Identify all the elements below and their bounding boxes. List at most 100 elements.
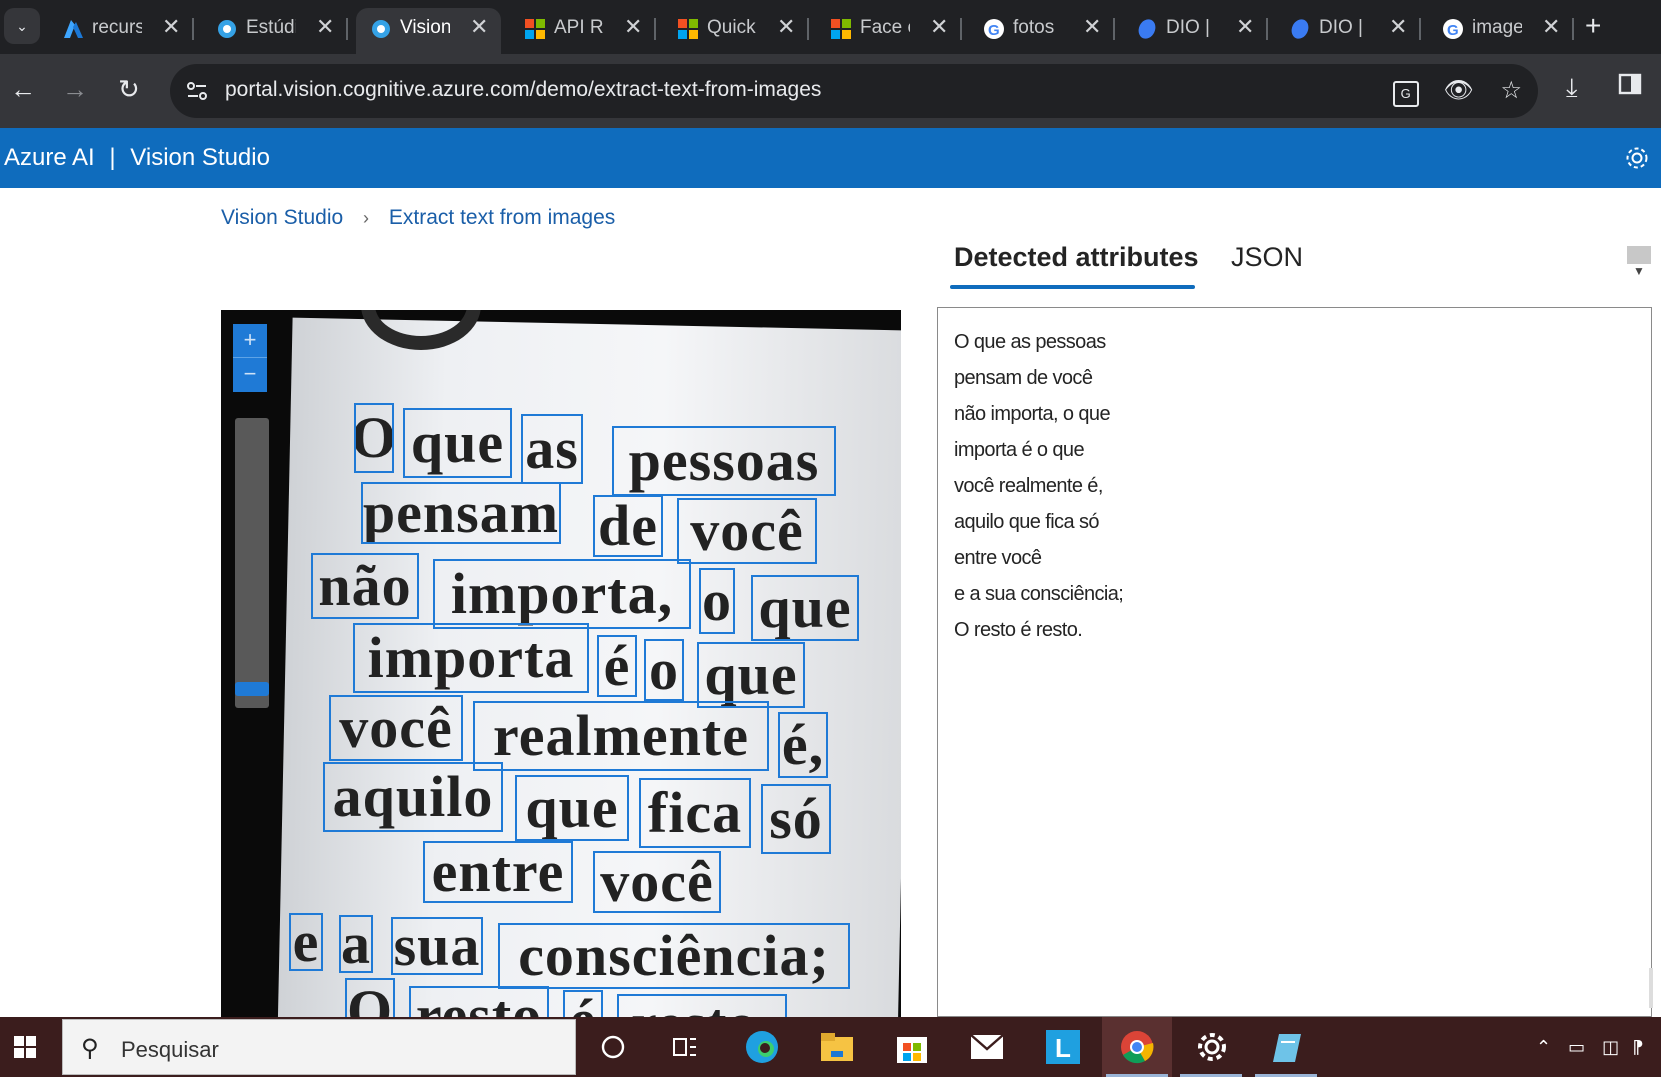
ocr-word-box[interactable]: importa xyxy=(353,623,589,693)
download-icon[interactable]: ⤓ xyxy=(1566,72,1578,104)
ocr-word-box[interactable]: a xyxy=(339,915,373,973)
mail-icon[interactable] xyxy=(967,1027,1007,1067)
new-tab-plus-icon[interactable]: + xyxy=(1585,10,1601,42)
ocr-word-box[interactable]: que xyxy=(515,775,629,841)
reload-icon[interactable]: ↻ xyxy=(118,76,140,102)
svg-text:G: G xyxy=(1447,22,1459,39)
detected-line: importa é o que xyxy=(954,439,1085,461)
ocr-word-box[interactable]: pensam xyxy=(361,482,561,544)
close-tab-icon[interactable]: ✕ xyxy=(930,14,948,40)
tab-recursos[interactable]: recurs ✕ xyxy=(48,8,194,48)
app-title[interactable]: Azure AI | Vision Studio xyxy=(4,144,270,172)
breadcrumb-extract-text[interactable]: Extract text from images xyxy=(389,206,615,230)
ocr-word-box[interactable]: é xyxy=(597,635,637,697)
microsoft-icon xyxy=(831,19,851,39)
ocr-word-box[interactable]: sua xyxy=(391,917,483,975)
microsoft-store-icon[interactable] xyxy=(892,1027,932,1067)
network-icon[interactable]: ◫ xyxy=(1602,1037,1619,1057)
side-panel-icon[interactable] xyxy=(1618,72,1642,101)
address-bar[interactable]: portal.vision.cognitive.azure.com/demo/e… xyxy=(170,64,1538,118)
browser-tab-strip: ⌄ recurs ✕ Estúdi ✕ Vision ✕ API Re ✕ Qu… xyxy=(0,0,1661,54)
close-tab-icon[interactable]: ✕ xyxy=(1389,14,1407,40)
ocr-word-box[interactable]: aquilo xyxy=(323,762,503,832)
settings-gear-icon[interactable] xyxy=(1192,1027,1232,1067)
ocr-word-box[interactable]: o xyxy=(699,568,735,634)
close-tab-icon[interactable]: ✕ xyxy=(624,14,642,40)
tab-api-reference[interactable]: API Re ✕ xyxy=(510,8,656,48)
tab-vision-active[interactable]: Vision ✕ xyxy=(356,8,501,54)
tab-quickstart[interactable]: Quick ✕ xyxy=(663,8,809,48)
panel-resize-handle[interactable] xyxy=(1649,968,1653,1008)
ocr-word-box[interactable]: é xyxy=(563,990,603,1017)
ocr-word-box[interactable]: você xyxy=(677,498,817,564)
taskbar-search-box[interactable]: ⚲ Pesquisar xyxy=(62,1019,576,1075)
edge-browser-icon[interactable] xyxy=(742,1027,782,1067)
breadcrumb-vision-studio[interactable]: Vision Studio xyxy=(221,206,343,230)
ocr-word-box[interactable]: resto. xyxy=(617,994,787,1017)
ocr-word-box[interactable]: e xyxy=(289,913,323,971)
tab-estudio[interactable]: Estúdi ✕ xyxy=(202,8,348,48)
ocr-word-box[interactable]: você xyxy=(329,695,463,761)
ocr-word-box[interactable]: é, xyxy=(778,712,828,778)
close-tab-icon[interactable]: ✕ xyxy=(1083,14,1101,40)
ocr-word-box[interactable]: o xyxy=(644,639,684,701)
zoom-out-button[interactable]: − xyxy=(233,358,267,392)
tab-fotos[interactable]: G fotos ✕ xyxy=(969,8,1115,48)
site-settings-icon[interactable] xyxy=(184,78,210,104)
ocr-word-box[interactable]: você xyxy=(593,851,721,913)
close-tab-icon[interactable]: ✕ xyxy=(470,14,488,40)
tab-dio-2[interactable]: DIO | ✕ xyxy=(1275,8,1421,48)
tab-detected-attributes[interactable]: Detected attributes xyxy=(954,242,1199,273)
ocr-word-box[interactable]: pessoas xyxy=(612,426,836,496)
file-explorer-icon[interactable] xyxy=(817,1027,857,1067)
ocr-word-box[interactable]: O xyxy=(345,978,395,1017)
translate-icon[interactable]: G xyxy=(1392,81,1419,107)
chevron-up-icon[interactable]: ⌃ xyxy=(1536,1037,1551,1057)
ocr-word-box[interactable]: importa, xyxy=(433,559,691,629)
battery-icon[interactable]: ▭ xyxy=(1568,1037,1585,1057)
task-view-icon[interactable] xyxy=(665,1027,705,1067)
zoom-in-button[interactable]: + xyxy=(233,324,267,358)
eye-slash-icon[interactable]: 👁 xyxy=(1443,77,1473,104)
close-tab-icon[interactable]: ✕ xyxy=(777,14,795,40)
scroll-down-arrow-icon[interactable]: ▼ xyxy=(1627,264,1651,278)
tab-search-chevron-icon[interactable]: ⌄ xyxy=(4,8,40,44)
tab-label: DIO | xyxy=(1319,17,1363,38)
ocr-word-box[interactable]: resto xyxy=(409,986,549,1017)
ocr-word-box[interactable]: que xyxy=(403,408,512,478)
tab-json[interactable]: JSON xyxy=(1231,242,1303,273)
image-viewer[interactable]: O que as pessoas pensam de você não impo… xyxy=(221,310,901,1017)
ocr-word-box[interactable]: não xyxy=(311,553,419,619)
panel-scrollbar[interactable]: ▼ xyxy=(1627,246,1651,286)
cortana-icon[interactable] xyxy=(593,1027,633,1067)
tab-dio-1[interactable]: DIO | ✕ xyxy=(1122,8,1268,48)
bookmark-star-icon[interactable]: ☆ xyxy=(1500,77,1522,104)
close-tab-icon[interactable]: ✕ xyxy=(162,14,180,40)
gear-icon[interactable] xyxy=(1623,144,1651,172)
tab-face[interactable]: Face c ✕ xyxy=(816,8,962,48)
ocr-word-box[interactable]: realmente xyxy=(473,701,769,771)
ocr-word-box[interactable]: fica xyxy=(639,778,751,848)
ocr-word-box[interactable]: só xyxy=(761,784,831,854)
wifi-icon[interactable]: ⁋ xyxy=(1632,1037,1643,1057)
zoom-slider-thumb[interactable] xyxy=(235,682,269,696)
windows-start-icon[interactable] xyxy=(0,1017,50,1077)
tab-image[interactable]: G image ✕ xyxy=(1428,8,1574,48)
close-tab-icon[interactable]: ✕ xyxy=(1236,14,1254,40)
back-arrow-icon[interactable]: ← xyxy=(10,76,36,102)
ocr-word-box[interactable]: de xyxy=(593,495,663,557)
chrome-icon[interactable] xyxy=(1117,1027,1157,1067)
ocr-word-box[interactable]: entre xyxy=(423,841,573,903)
ocr-word-box[interactable]: consciência; xyxy=(498,923,850,989)
ocr-word-box[interactable]: que xyxy=(751,575,859,641)
forward-arrow-icon[interactable]: → xyxy=(62,76,88,102)
ocr-word-box[interactable]: que xyxy=(697,642,805,708)
close-tab-icon[interactable]: ✕ xyxy=(1542,14,1560,40)
ocr-word-box[interactable]: O xyxy=(354,403,394,473)
ocr-word-box[interactable]: as xyxy=(521,414,583,484)
dio-icon xyxy=(1138,19,1156,39)
close-tab-icon[interactable]: ✕ xyxy=(316,14,334,40)
launcher-l-icon[interactable]: L xyxy=(1043,1027,1083,1067)
zoom-slider-track[interactable] xyxy=(235,418,269,708)
notepad-icon[interactable] xyxy=(1267,1027,1307,1067)
